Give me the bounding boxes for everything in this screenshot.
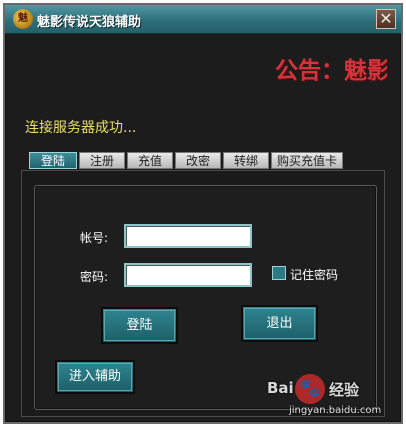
watermark-text: 经验 xyxy=(329,381,360,399)
remember-password-checkbox[interactable] xyxy=(272,266,286,280)
login-form: 帐号: 密码: 记住密码 登陆 退出 进入辅助 xyxy=(34,185,377,410)
password-label: 密码: xyxy=(80,270,109,284)
tab-change-password[interactable]: 改密 xyxy=(175,152,221,169)
tab-recharge[interactable]: 充值 xyxy=(127,152,173,169)
close-button[interactable]: ✕ xyxy=(376,9,396,29)
password-input[interactable] xyxy=(124,263,252,287)
account-input[interactable] xyxy=(124,224,252,248)
login-button[interactable]: 登陆 xyxy=(101,307,178,344)
window-title: 魅影传说天狼辅助 xyxy=(37,15,142,30)
account-label: 帐号: xyxy=(80,231,109,245)
title-bar[interactable]: 魅 魅影传说天狼辅助 ✕ xyxy=(5,5,401,34)
tab-buy-card[interactable]: 购买充值卡 xyxy=(271,152,343,169)
notice-text: 公告：魅影 xyxy=(275,57,387,84)
connection-status: 连接服务器成功... xyxy=(25,120,137,136)
tab-register[interactable]: 注册 xyxy=(79,152,125,169)
paw-icon: 🐾 xyxy=(295,374,325,404)
watermark-brand: Bai xyxy=(267,379,294,397)
exit-button[interactable]: 退出 xyxy=(241,305,318,342)
app-logo-icon: 魅 xyxy=(13,9,33,29)
watermark-url: jingyan.baidu.com xyxy=(289,405,382,416)
app-window: 魅 魅影传说天狼辅助 ✕ 公告：魅影 连接服务器成功... 登陆 注册 充值 改… xyxy=(3,3,403,424)
tab-rebind[interactable]: 转绑 xyxy=(223,152,269,169)
remember-password-label: 记住密码 xyxy=(290,268,339,282)
tab-login[interactable]: 登陆 xyxy=(29,152,77,169)
enter-assist-button[interactable]: 进入辅助 xyxy=(55,360,135,394)
